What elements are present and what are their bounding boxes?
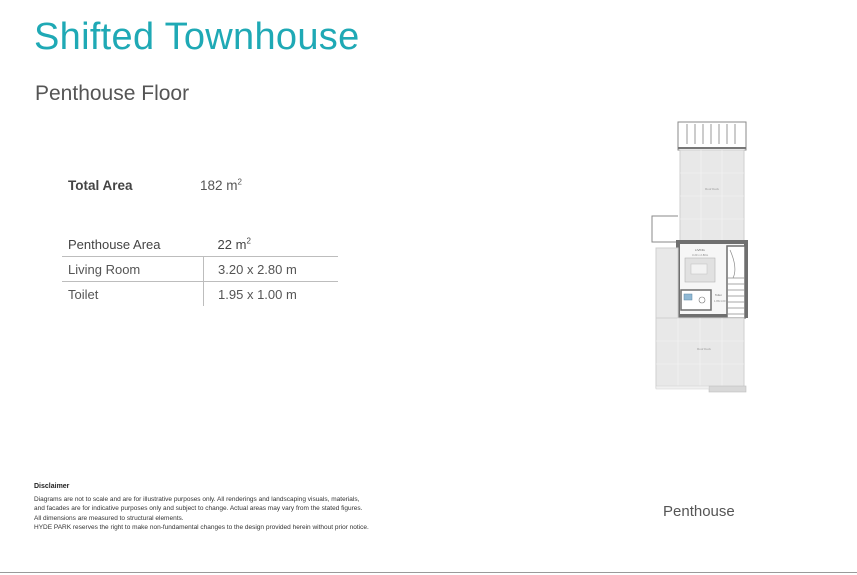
floor-plan-drawing: Roof Deck LIVING 3.20 x 2.80m Toilet 1.9… (651, 121, 748, 393)
table-row: Living Room 3.20 x 2.80 m (62, 256, 338, 282)
room-dimensions: 1.95 x 1.00 m (203, 281, 338, 306)
svg-text:LIVING: LIVING (695, 248, 706, 252)
disclaimer-text: Diagrams are not to scale and are for il… (34, 495, 369, 532)
disclaimer-title: Disclaimer (34, 483, 70, 490)
page-title: Shifted Townhouse (34, 16, 360, 58)
room-name: Living Room (68, 261, 141, 277)
area-table-header-row: Penthouse Area 22 m2 (62, 232, 338, 257)
floor-plan: Roof Deck LIVING 3.20 x 2.80m Toilet 1.9… (645, 118, 755, 402)
svg-text:Roof Deck: Roof Deck (697, 347, 712, 351)
svg-text:1.95x1.00: 1.95x1.00 (714, 299, 726, 303)
disclaimer-line: HYDE PARK reserves the right to make non… (34, 523, 369, 531)
floor-plan-caption: Penthouse (663, 503, 735, 520)
total-area-unit-superscript: 2 (237, 177, 242, 187)
disclaimer-line: All dimensions are measured to structura… (34, 514, 184, 522)
bottom-divider (0, 572, 857, 573)
penthouse-area-value: 22 m2 (204, 232, 338, 257)
svg-text:Toilet: Toilet (715, 293, 722, 297)
penthouse-area-number: 22 m (217, 236, 247, 252)
staircase (726, 245, 746, 319)
svg-text:3.20 x 2.80m: 3.20 x 2.80m (692, 253, 709, 257)
railing (677, 121, 747, 151)
disclaimer-line: Diagrams are not to scale and are for il… (34, 496, 360, 503)
total-area-value: 182 m2 (200, 178, 242, 193)
room-name: Toilet (68, 286, 99, 302)
page-subtitle: Penthouse Floor (35, 82, 190, 105)
svg-text:Roof Deck: Roof Deck (705, 187, 720, 191)
total-area-label: Total Area (68, 178, 133, 193)
penthouse-area-label: Penthouse Area (68, 236, 161, 252)
disclaimer-line: and facades are for indicative purposes … (34, 505, 363, 513)
penthouse-area-unit-superscript: 2 (246, 236, 251, 246)
table-row: Toilet 1.95 x 1.00 m (62, 281, 338, 306)
room-dimensions: 3.20 x 2.80 m (203, 256, 338, 282)
area-table: Penthouse Area 22 m2 Living Room 3.20 x … (62, 232, 338, 306)
total-area-number: 182 m (200, 178, 238, 193)
